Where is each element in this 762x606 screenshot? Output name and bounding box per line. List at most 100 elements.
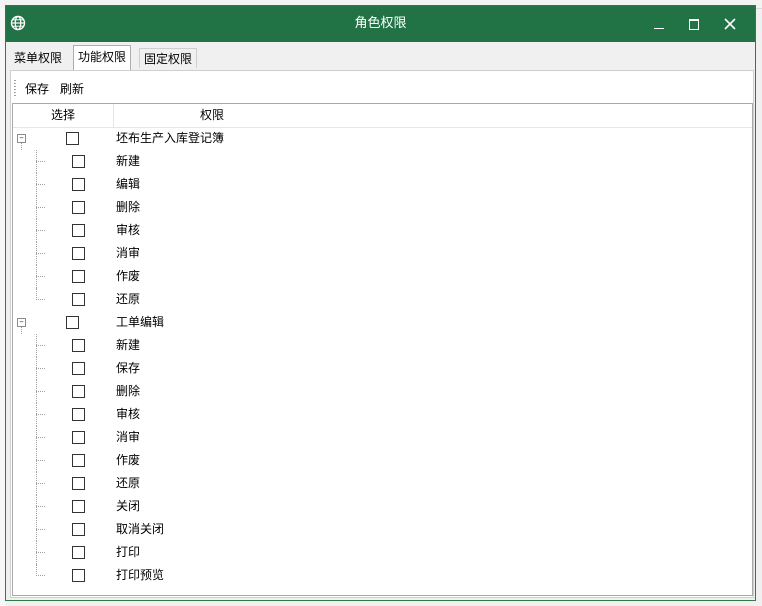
permission-checkbox[interactable] — [72, 270, 85, 283]
column-header-permission[interactable]: 权限 — [114, 104, 310, 127]
tree-branch — [36, 460, 45, 461]
permission-checkbox[interactable] — [72, 293, 85, 306]
tree-branch — [36, 299, 45, 300]
table-row[interactable]: 作废 — [13, 265, 752, 288]
tree-branch — [36, 253, 45, 254]
table-row[interactable]: 消审 — [13, 242, 752, 265]
table-row-group[interactable]: – 工单编辑 — [13, 311, 752, 334]
tree-branch — [36, 529, 45, 530]
table-row[interactable]: 关闭 — [13, 495, 752, 518]
table-row[interactable]: 审核 — [13, 219, 752, 242]
minimize-icon — [654, 28, 664, 29]
close-button[interactable] — [712, 6, 748, 42]
tree-branch — [36, 184, 45, 185]
toolbar: 保存 刷新 — [11, 71, 753, 103]
tree-branch — [36, 345, 45, 346]
permission-checkbox[interactable] — [72, 569, 85, 582]
permission-checkbox[interactable] — [72, 155, 85, 168]
maximize-button[interactable] — [676, 6, 712, 42]
permission-checkbox[interactable] — [72, 224, 85, 237]
permission-checkbox[interactable] — [72, 178, 85, 191]
table-row[interactable]: 删除 — [13, 196, 752, 219]
table-row[interactable]: 审核 — [13, 403, 752, 426]
grid-rows: – 坯布生产入库登记簿 新建 编辑 删除 审核 消审 作废 还原 – 工单编辑 新建 保存 删除 审核 消审作… — [13, 127, 752, 595]
table-row[interactable]: 编辑 — [13, 173, 752, 196]
column-header-select[interactable]: 选择 — [13, 104, 114, 127]
permission-checkbox[interactable] — [72, 454, 85, 467]
tree-branch — [36, 575, 45, 576]
permission-label: 还原 — [116, 292, 141, 306]
collapse-icon[interactable]: – — [17, 134, 26, 143]
tree-line — [21, 143, 22, 150]
tree-branch — [36, 230, 45, 231]
permission-label: 新建 — [116, 154, 141, 168]
table-row[interactable]: 取消关闭 — [13, 518, 752, 541]
permission-checkbox[interactable] — [72, 523, 85, 536]
permission-label: 打印 — [116, 545, 141, 559]
permission-checkbox[interactable] — [72, 408, 85, 421]
refresh-button[interactable]: 刷新 — [60, 80, 84, 97]
table-row[interactable]: 打印 — [13, 541, 752, 564]
permission-label: 审核 — [116, 223, 141, 237]
permission-label: 删除 — [116, 200, 141, 214]
permission-label: 编辑 — [116, 177, 141, 191]
group-label: 工单编辑 — [116, 315, 165, 329]
permission-checkbox[interactable] — [72, 500, 85, 513]
permission-checkbox[interactable] — [72, 385, 85, 398]
permission-label: 打印预览 — [116, 568, 165, 582]
minimize-button[interactable] — [641, 6, 677, 42]
function-permission-panel: 保存 刷新 选择 权限 – 坯布生产入库登记簿 新建 编辑 删除 审核 消审 作废 还原 – 工单编… — [10, 70, 754, 598]
permission-tree-grid: 选择 权限 – 坯布生产入库登记簿 新建 编辑 删除 审核 消审 作废 还原 – 工单编辑 新建 保存删… — [12, 103, 753, 596]
table-row[interactable]: 保存 — [13, 357, 752, 380]
table-row[interactable]: 新建 — [13, 334, 752, 357]
permission-label: 消审 — [116, 246, 141, 260]
save-button[interactable]: 保存 — [25, 80, 49, 97]
table-row[interactable]: 删除 — [13, 380, 752, 403]
tree-branch — [36, 391, 45, 392]
tab-menu-permission[interactable]: 菜单权限 — [10, 48, 66, 68]
table-row[interactable]: 新建 — [13, 150, 752, 173]
tree-branch — [36, 207, 45, 208]
table-row[interactable]: 还原 — [13, 288, 752, 311]
tree-branch — [36, 437, 45, 438]
role-permission-dialog: 角色权限 菜单权限 功能权限 固定权限 保存 刷新 选择 权限 – 坯布生产入库登… — [5, 5, 756, 601]
tree-branch — [36, 506, 45, 507]
tab-fixed-permission[interactable]: 固定权限 — [139, 48, 198, 68]
collapse-icon[interactable]: – — [17, 318, 26, 327]
permission-label: 关闭 — [116, 499, 141, 513]
permission-label: 作废 — [116, 453, 141, 467]
group-label: 坯布生产入库登记簿 — [116, 131, 225, 145]
tree-branch — [36, 414, 45, 415]
permission-label: 作废 — [116, 269, 141, 283]
permission-checkbox[interactable] — [72, 546, 85, 559]
permission-label: 审核 — [116, 407, 141, 421]
tree-branch — [36, 161, 45, 162]
grid-header: 选择 权限 — [13, 104, 752, 128]
permission-label: 保存 — [116, 361, 141, 375]
permission-label: 新建 — [116, 338, 141, 352]
permission-checkbox[interactable] — [72, 477, 85, 490]
permission-checkbox[interactable] — [72, 431, 85, 444]
tab-function-permission[interactable]: 功能权限 — [73, 45, 132, 70]
group-checkbox[interactable] — [66, 132, 79, 145]
tree-branch — [36, 483, 45, 484]
table-row-group[interactable]: – 坯布生产入库登记簿 — [13, 127, 752, 150]
permission-checkbox[interactable] — [72, 201, 85, 214]
table-row[interactable]: 作废 — [13, 449, 752, 472]
permission-label: 取消关闭 — [116, 522, 165, 536]
tab-strip: 菜单权限 功能权限 固定权限 — [6, 42, 755, 71]
tree-branch — [36, 552, 45, 553]
table-row[interactable]: 消审 — [13, 426, 752, 449]
group-checkbox[interactable] — [66, 316, 79, 329]
permission-checkbox[interactable] — [72, 362, 85, 375]
table-row[interactable]: 还原 — [13, 472, 752, 495]
permission-label: 还原 — [116, 476, 141, 490]
title-bar[interactable]: 角色权限 — [6, 6, 755, 42]
toolbar-grip[interactable] — [14, 80, 16, 96]
table-row[interactable]: 打印预览 — [13, 564, 752, 587]
tree-line — [21, 327, 22, 334]
permission-checkbox[interactable] — [72, 339, 85, 352]
tree-branch — [36, 368, 45, 369]
permission-checkbox[interactable] — [72, 247, 85, 260]
tree-branch — [36, 276, 45, 277]
